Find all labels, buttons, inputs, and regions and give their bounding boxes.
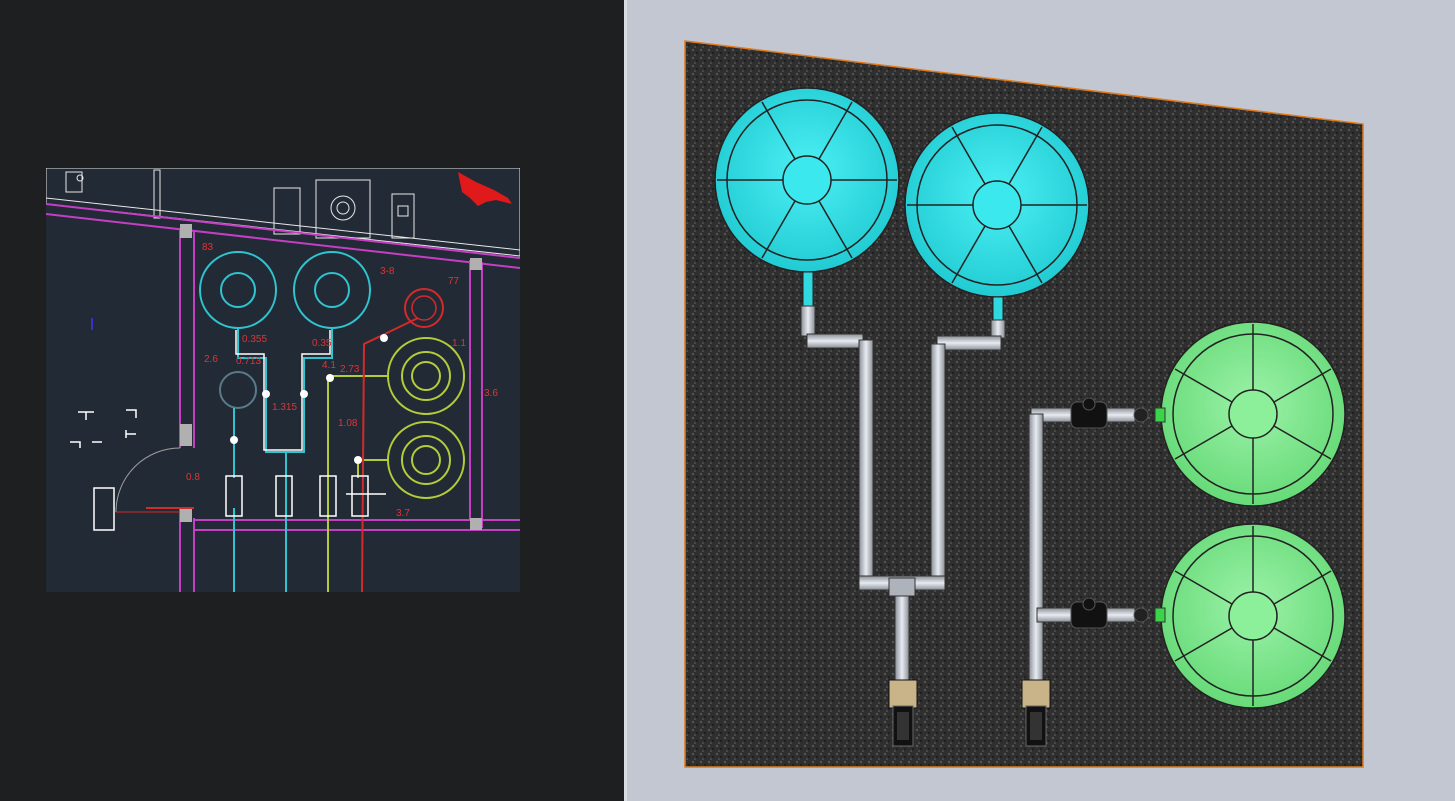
green-tank-1: [1160, 321, 1346, 507]
cad-note: 2.6: [204, 354, 218, 365]
cad-note: 2.73: [340, 364, 360, 375]
cad-note: 77: [448, 276, 460, 287]
cad-note: 1.1: [452, 338, 466, 349]
cad-note: 1.08: [338, 418, 358, 429]
cad-note: 0.355: [242, 334, 267, 345]
pump-2: [1021, 679, 1051, 747]
cyan-tank-1: [714, 87, 900, 273]
cad-note: 4.1: [322, 360, 336, 371]
cad-note: 0.35: [312, 338, 332, 349]
cad-note: 3.6: [484, 388, 498, 399]
cad-drawing-viewport[interactable]: 83 3-8 77 2.6 0.355 0.35 1.1 4.1 0.713 2…: [46, 168, 520, 592]
model-svg: [684, 40, 1364, 768]
cad-note: 0.8: [186, 472, 200, 483]
green-tank-2: [1160, 523, 1346, 709]
cad-note: 3.7: [396, 508, 410, 519]
cad-note: 83: [202, 242, 214, 253]
cyan-tank-2: [904, 112, 1090, 298]
cad-note: 1.315: [272, 402, 297, 413]
cad-plan-svg: 83 3-8 77 2.6 0.355 0.35 1.1 4.1 0.713 2…: [46, 168, 520, 592]
cad-note: 0.713: [236, 356, 261, 367]
left-pane: 83 3-8 77 2.6 0.355 0.35 1.1 4.1 0.713 2…: [0, 0, 624, 801]
right-pane: [627, 0, 1455, 801]
3d-model-viewport[interactable]: [627, 0, 1455, 801]
cad-note: 3-8: [380, 266, 395, 277]
pump-1: [888, 679, 918, 747]
